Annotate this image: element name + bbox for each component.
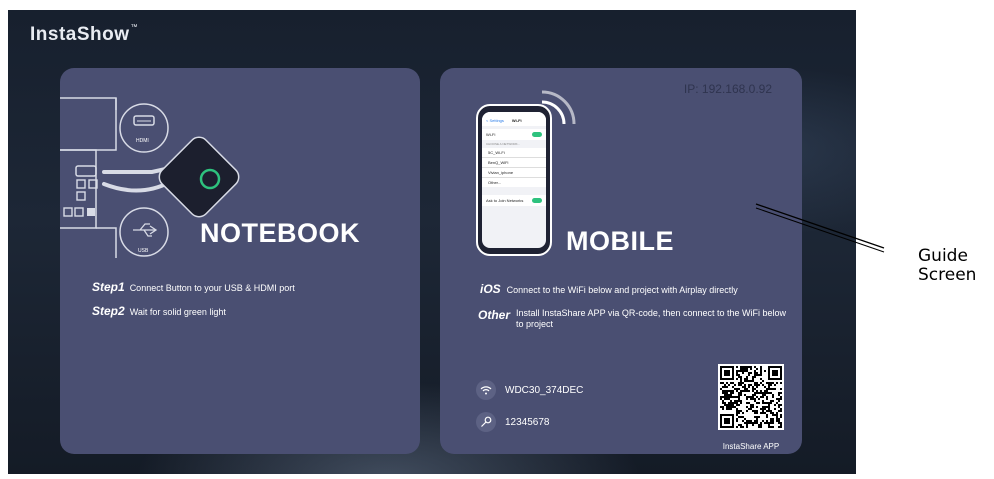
- hdmi-icon: [119, 103, 169, 153]
- instashow-button-icon: [158, 136, 240, 218]
- guide-screen: InstaShow™ HDMI USB NOTEBOOK Step1 Conne…: [8, 10, 856, 474]
- phone-wifi-row: Wi-Fi: [486, 132, 496, 137]
- brand-logo: InstaShow™: [30, 24, 139, 45]
- step-label: Step1: [92, 280, 125, 294]
- port-icon: [75, 165, 97, 177]
- ios-text: Connect to the WiFi below and project wi…: [506, 285, 738, 295]
- network-row: BenQ_WiFi: [482, 158, 546, 168]
- step-1: Step1 Connect Button to your USB & HDMI …: [92, 280, 295, 294]
- step-2: Step2 Wait for solid green light: [92, 304, 226, 318]
- phone-illustration: < Settings Wi-Fi Wi-Fi CHOOSE A NETWORK.…: [476, 104, 552, 256]
- network-row: Vivian_iphone: [482, 168, 546, 178]
- network-row: 5C_Wi-Fi: [482, 148, 546, 158]
- qr-label: InstaShare APP: [722, 442, 780, 451]
- other-label: Other: [478, 308, 511, 322]
- notebook-panel: HDMI USB NOTEBOOK Step1 Connect Button t…: [60, 68, 420, 454]
- password-row: 12345678: [476, 412, 550, 432]
- usb-label: USB: [138, 248, 149, 254]
- phone-ask-label: Ask to Join Networks: [486, 198, 524, 203]
- step-text: Connect Button to your USB & HDMI port: [129, 283, 295, 293]
- hdmi-label: HDMI: [136, 138, 149, 144]
- other-text: Install InstaShare APP via QR-code, then…: [516, 308, 786, 329]
- mobile-panel: IP: 192.168.0.92 < Settings Wi-Fi Wi-Fi …: [440, 68, 802, 454]
- wifi-ssid: WDC30_374DEC: [505, 384, 584, 396]
- ios-label: iOS: [480, 282, 501, 296]
- step-label: Step2: [92, 304, 125, 318]
- toggle-icon: [532, 132, 542, 137]
- wifi-password: 12345678: [505, 416, 550, 428]
- callout-line: [755, 203, 885, 253]
- guide-screen-label: Guide Screen: [918, 246, 977, 285]
- ip-address: IP: 192.168.0.92: [683, 82, 772, 96]
- wifi-ssid-row: WDC30_374DEC: [476, 380, 583, 400]
- key-icon: [476, 412, 496, 432]
- other-instruction: Other Install InstaShare APP via QR-code,…: [478, 308, 788, 330]
- ios-instruction: iOS Connect to the WiFi below and project…: [480, 282, 738, 296]
- toggle-icon: [532, 198, 542, 203]
- phone-screen-title: Wi-Fi: [511, 118, 522, 123]
- wifi-icon: [476, 380, 496, 400]
- phone-back-link: < Settings: [486, 118, 504, 123]
- mobile-title: MOBILE: [566, 226, 674, 256]
- network-row: Other...: [488, 180, 502, 185]
- step-text: Wait for solid green light: [129, 307, 226, 317]
- phone-section-label: CHOOSE A NETWORK...: [486, 142, 521, 146]
- qr-code[interactable]: [718, 364, 784, 430]
- notebook-title: NOTEBOOK: [200, 218, 361, 248]
